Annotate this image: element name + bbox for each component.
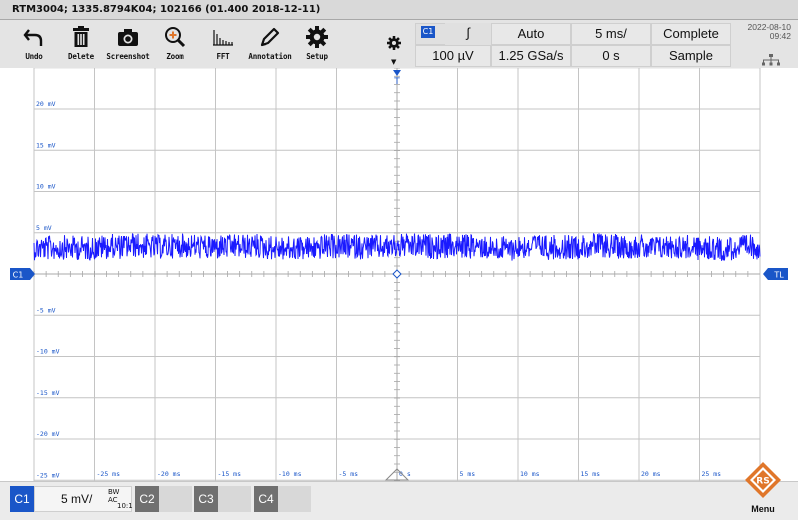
- channel-4-button[interactable]: C4: [254, 486, 278, 512]
- rising-slope-icon: ∫: [466, 25, 470, 40]
- channel-2-button[interactable]: C2: [135, 486, 159, 512]
- rohde-schwarz-logo-icon: RS: [745, 462, 781, 498]
- x-axis-label: -10 ms: [278, 470, 302, 478]
- trigger-slope[interactable]: ∫: [445, 23, 491, 45]
- x-axis-label: 15 ms: [581, 470, 601, 478]
- trigger-mode[interactable]: Auto: [491, 23, 571, 45]
- acquisition-state[interactable]: Complete: [651, 23, 731, 45]
- menu-label: Menu: [751, 504, 775, 514]
- time: 09:42: [769, 31, 791, 41]
- y-axis-label: 5 mV: [36, 224, 52, 232]
- y-axis-label: 15 mV: [36, 141, 56, 149]
- channel-1-probe-ratio: 10:1: [117, 502, 133, 510]
- pen-icon: [248, 22, 292, 50]
- trigger-position-marker-icon: [393, 70, 401, 76]
- channel-3-slot[interactable]: [218, 486, 251, 512]
- zoom-label: Zoom: [166, 52, 184, 61]
- x-axis-label: 10 ms: [520, 470, 540, 478]
- x-axis-label: -5 ms: [339, 470, 359, 478]
- channel-1-scale-box[interactable]: 5 mV/ BW AC 10:1: [34, 486, 133, 512]
- channel-1-scale: 5 mV/: [61, 492, 93, 506]
- setup-button[interactable]: Setup: [295, 22, 339, 66]
- channel-4-slot[interactable]: [278, 486, 311, 512]
- undo-button[interactable]: Undo: [12, 22, 56, 66]
- x-axis-label: 20 ms: [641, 470, 661, 478]
- y-axis-label: -5 mV: [36, 306, 56, 314]
- fft-label: FFT: [216, 52, 230, 61]
- zoom-button[interactable]: Zoom: [153, 22, 197, 66]
- trigger-offset[interactable]: 0 s: [571, 45, 651, 67]
- svg-text:RS: RS: [756, 477, 769, 487]
- camera-icon: [106, 22, 150, 50]
- x-axis-label: -15 ms: [218, 470, 242, 478]
- trigger-point-diamond-icon: [392, 269, 402, 279]
- trigger-level-marker-label: TL: [773, 271, 784, 280]
- scope-grid: 20 mV 15 mV 10 mV 5 mV -5 mV -10 mV -15 mV -20 …: [10, 68, 788, 481]
- delete-button[interactable]: Delete: [59, 22, 103, 66]
- x-axis-label: -25 ms: [97, 470, 121, 478]
- y-axis-label: 20 mV: [36, 100, 56, 108]
- trash-icon: [59, 22, 103, 50]
- x-axis-label: -20 ms: [157, 470, 181, 478]
- annotation-label: Annotation: [248, 52, 292, 61]
- acquisition-mode[interactable]: Sample: [651, 45, 731, 67]
- fft-button[interactable]: FFT: [201, 22, 245, 66]
- screenshot-button[interactable]: Screenshot: [106, 22, 150, 66]
- trigger-source-badge: C1: [421, 26, 435, 38]
- trigger-top-label: T: [393, 77, 400, 87]
- window-title: RTM3004; 1335.8794K04; 102166 (01.400 20…: [0, 0, 798, 20]
- x-axis-label: 5 ms: [460, 470, 476, 478]
- screenshot-label: Screenshot: [106, 52, 150, 61]
- fft-spectrum-icon: [201, 22, 245, 50]
- sample-rate[interactable]: 1.25 GSa/s: [491, 45, 571, 67]
- y-axis-label: -10 mV: [36, 348, 60, 356]
- channel-1-marker-label: C1: [13, 271, 24, 280]
- trigger-level[interactable]: 100 µV: [415, 45, 491, 67]
- gear-icon: [295, 22, 339, 50]
- y-axis-label: 10 mV: [36, 183, 56, 191]
- menu-button[interactable]: RS Menu: [740, 460, 786, 518]
- y-axis-label: -15 mV: [36, 389, 60, 397]
- delete-label: Delete: [68, 52, 94, 61]
- y-axis-label: -20 mV: [36, 430, 60, 438]
- channel-bar: C1 5 mV/ BW AC 10:1 C2 C3 C4: [0, 481, 798, 520]
- zoom-icon: [153, 22, 197, 50]
- channel-3-button[interactable]: C3: [194, 486, 218, 512]
- time-scale[interactable]: 5 ms/: [571, 23, 651, 45]
- channel-1-button[interactable]: C1: [10, 486, 34, 512]
- setup-label: Setup: [306, 52, 328, 61]
- undo-icon: [12, 22, 56, 50]
- waveform-display[interactable]: 20 mV 15 mV 10 mV 5 mV -5 mV -10 mV -15 mV -20 …: [0, 68, 798, 481]
- datetime: 2022-08-10 09:42: [733, 23, 791, 41]
- undo-label: Undo: [25, 52, 43, 61]
- x-axis-label: 25 ms: [702, 470, 722, 478]
- y-axis-label: -25 mV: [36, 471, 60, 479]
- quick-settings-gear-icon[interactable]: [387, 35, 407, 55]
- channel-2-slot[interactable]: [159, 486, 192, 512]
- annotation-button[interactable]: Annotation: [248, 22, 292, 66]
- chevron-down-icon[interactable]: ▼: [391, 58, 396, 66]
